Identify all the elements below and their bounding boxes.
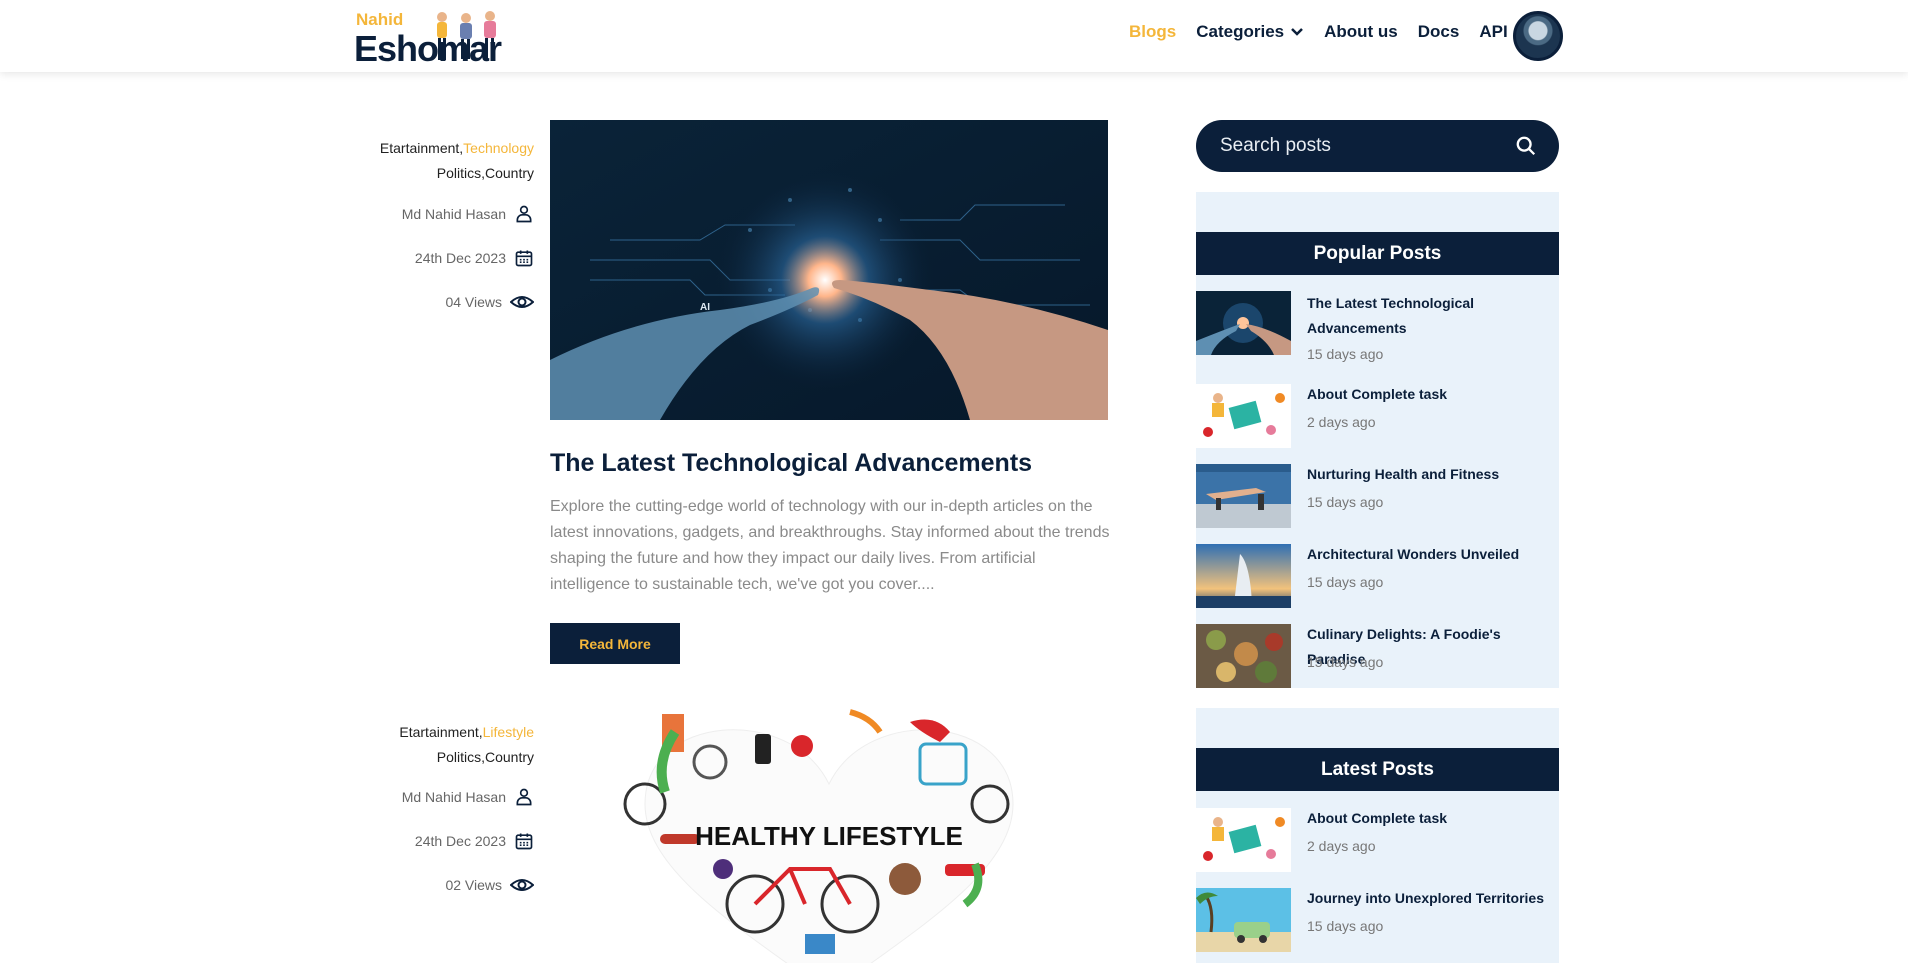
popular-post-date: 15 days ago [1307, 494, 1384, 510]
chevron-down-icon [1291, 28, 1303, 36]
post-categories-line2: Politics,Country [436, 165, 534, 181]
eye-icon [510, 296, 534, 308]
popular-post-item[interactable]: Nurturing Health and Fitness 15 days ago [1196, 464, 1559, 528]
popular-post-item[interactable]: Culinary Delights: A Foodie's Paradise 1… [1196, 624, 1559, 688]
latest-post-thumb [1196, 888, 1291, 952]
search-bar [1196, 120, 1559, 172]
search-icon[interactable] [1515, 135, 1537, 157]
popular-posts-panel: Popular Posts The Latest Technological A… [1196, 192, 1559, 688]
post-views-text: 04 Views [445, 294, 502, 310]
post-meta-2: Etartainment,Lifestyle Politics,Country … [399, 720, 534, 907]
post-views: 04 Views [380, 280, 534, 324]
nav-api-label: API [1479, 22, 1508, 41]
popular-post-date: 15 days ago [1307, 574, 1384, 590]
nav-api[interactable]: API [1479, 22, 1507, 42]
popular-post-item[interactable]: The Latest Technological Advancements 15… [1196, 291, 1559, 362]
post-views-2: 02 Views [399, 863, 534, 907]
post-categories: Etartainment,Technology [380, 136, 534, 161]
popular-post-item[interactable]: Architectural Wonders Unveiled 15 days a… [1196, 544, 1559, 608]
nav-about-label: About us [1324, 22, 1398, 41]
latest-post-date: 15 days ago [1307, 918, 1384, 934]
healthy-lifestyle-image: HEALTHY LIFESTYLE [550, 704, 1108, 963]
nav-blogs[interactable]: Blogs [1129, 22, 1176, 42]
site-logo[interactable]: Nahid Eshomar [352, 8, 502, 69]
popular-post-item[interactable]: About Complete task 2 days ago [1196, 384, 1559, 448]
category-entertainment-2[interactable]: Etartainment, [399, 724, 482, 740]
latest-post-title: Journey into Unexplored Territories [1307, 890, 1545, 906]
nav-docs[interactable]: Docs [1418, 22, 1460, 42]
search-input[interactable] [1220, 135, 1500, 157]
user-icon [516, 205, 532, 223]
post-excerpt: Explore the cutting-edge world of techno… [550, 498, 1110, 593]
popular-post-thumb [1196, 624, 1291, 688]
popular-post-thumb [1196, 384, 1291, 448]
post-author-2: Md Nahid Hasan [399, 775, 534, 819]
popular-post-thumb [1196, 544, 1291, 608]
category-lifestyle[interactable]: Lifestyle [483, 724, 534, 740]
eye-icon [510, 879, 534, 891]
read-more-button[interactable]: Read More [550, 623, 680, 664]
category-entertainment[interactable]: Etartainment, [380, 140, 463, 156]
popular-post-title: About Complete task [1307, 386, 1448, 402]
user-avatar[interactable] [1513, 11, 1563, 61]
main-nav: Blogs Categories About us Docs API [1129, 22, 1528, 42]
latest-post-item[interactable]: Journey into Unexplored Territories 15 d… [1196, 888, 1559, 952]
post-views-text-2: 02 Views [445, 877, 502, 893]
calendar-icon [515, 250, 533, 267]
nav-categories[interactable]: Categories [1196, 22, 1304, 42]
image-ai-label: AI [700, 302, 710, 313]
popular-post-thumb [1196, 291, 1291, 355]
popular-post-title: Nurturing Health and Fitness [1307, 466, 1500, 482]
post-date: 24th Dec 2023 [380, 236, 534, 280]
logo-figures-icon [437, 11, 496, 60]
popular-post-title: Architectural Wonders Unveiled [1307, 546, 1520, 562]
latest-post-title: About Complete task [1307, 810, 1448, 826]
latest-post-thumb [1196, 808, 1291, 872]
logo-top-text: Nahid [356, 10, 404, 29]
calendar-icon [515, 833, 533, 850]
post-date-2: 24th Dec 2023 [399, 819, 534, 863]
post-date-text-2: 24th Dec 2023 [414, 833, 506, 849]
post-author-name: Md Nahid Hasan [401, 206, 506, 222]
nav-blogs-label: Blogs [1129, 22, 1177, 41]
popular-post-date: 2 days ago [1307, 414, 1376, 430]
latest-posts-heading: Latest Posts [1196, 748, 1559, 791]
post-title[interactable]: The Latest Technological Advancements [550, 449, 1032, 478]
image-healthy-lifestyle-label: HEALTHY LIFESTYLE [695, 821, 963, 851]
nav-docs-label: Docs [1417, 22, 1460, 41]
post-author-name-2: Md Nahid Hasan [401, 789, 506, 805]
popular-post-date: 15 days ago [1307, 346, 1384, 362]
post-date-text: 24th Dec 2023 [414, 250, 506, 266]
popular-post-date: 15 days ago [1307, 654, 1384, 670]
post-meta: Etartainment,Technology Politics,Country… [380, 136, 534, 324]
ai-hands-image: AI [550, 120, 1108, 420]
nav-categories-label: Categories [1196, 22, 1285, 41]
user-icon [516, 788, 532, 806]
popular-post-thumb [1196, 464, 1291, 528]
latest-posts-panel: Latest Posts About Complete task 2 days … [1196, 708, 1559, 963]
latest-post-item[interactable]: About Complete task 2 days ago [1196, 808, 1559, 872]
post-author: Md Nahid Hasan [380, 192, 534, 236]
post-image[interactable]: AI [550, 120, 1108, 420]
popular-post-title: The Latest Technological Advancements [1307, 295, 1474, 336]
post-categories-line2-2: Politics,Country [436, 749, 534, 765]
site-header: Nahid Eshomar Blogs Categories About us … [0, 0, 1908, 72]
nav-about-us[interactable]: About us [1324, 22, 1398, 42]
post-image-2[interactable]: HEALTHY LIFESTYLE [550, 704, 1108, 963]
latest-post-date: 2 days ago [1307, 838, 1376, 854]
post-categories-2: Etartainment,Lifestyle [399, 720, 534, 745]
popular-posts-heading: Popular Posts [1196, 232, 1559, 275]
category-technology[interactable]: Technology [463, 140, 534, 156]
